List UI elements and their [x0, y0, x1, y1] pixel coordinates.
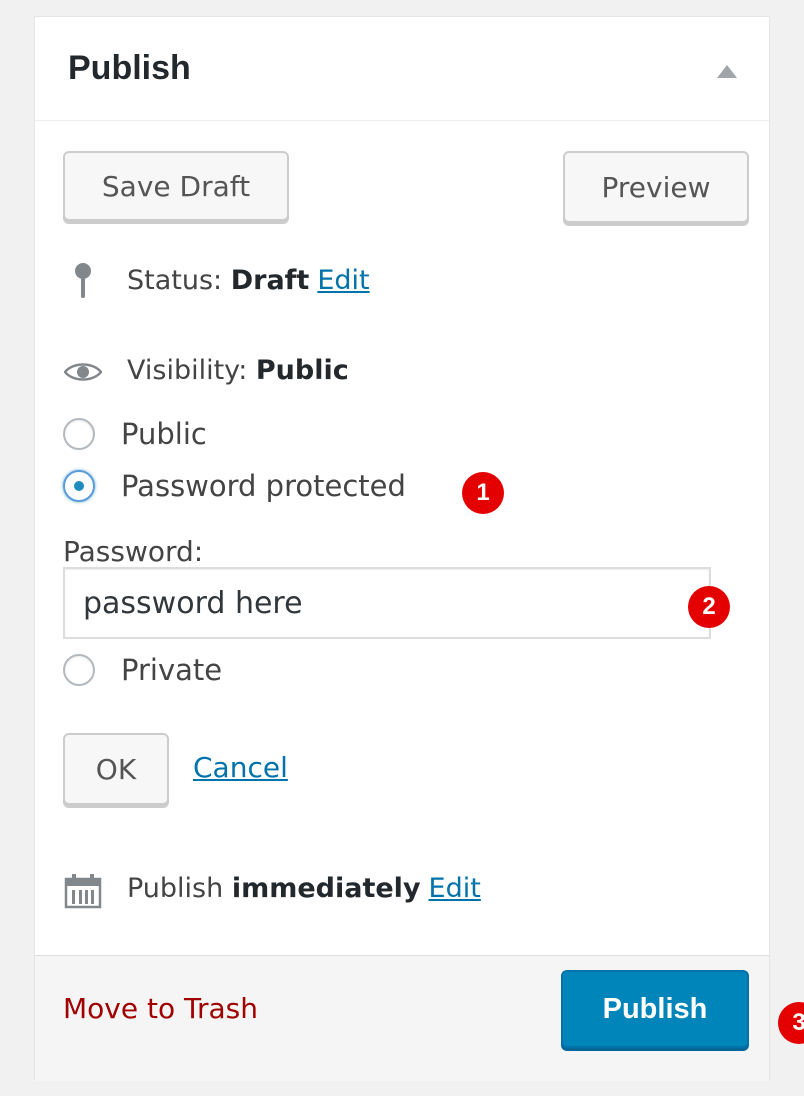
radio-password-label: Password protected [121, 469, 406, 503]
status-prefix: Status: [127, 265, 231, 296]
schedule-row: Publish immediately Edit [127, 873, 481, 904]
status-value: Draft [230, 265, 310, 296]
radio-private-label: Private [121, 653, 223, 687]
publish-button[interactable]: Publish [561, 970, 749, 1048]
eye-icon [63, 357, 103, 387]
visibility-value: Public [255, 355, 349, 386]
triangle-up-icon[interactable] [717, 65, 737, 78]
radio-public[interactable] [63, 418, 95, 450]
major-publishing-actions: Move to Trash Publish [35, 955, 769, 1081]
visibility-row: Visibility: Public [127, 355, 349, 386]
schedule-value: immediately [231, 873, 421, 904]
radio-private-row[interactable]: Private [63, 653, 222, 687]
cancel-link[interactable]: Cancel [193, 751, 288, 784]
publish-box-header[interactable]: Publish [35, 17, 769, 121]
status-edit-link[interactable]: Edit [317, 265, 369, 296]
schedule-edit-link[interactable]: Edit [429, 873, 481, 904]
radio-checked-dot [74, 481, 84, 491]
radio-password-row[interactable]: Password protected [63, 469, 406, 503]
radio-public-row[interactable]: Public [63, 417, 207, 451]
annotation-badge-2: 2 [688, 586, 730, 628]
status-row: Status: Draft Edit [127, 265, 370, 296]
preview-button[interactable]: Preview [563, 151, 749, 223]
pin-icon [63, 261, 103, 301]
publish-box: Publish Save Draft Preview Status: Draft… [34, 16, 770, 1081]
annotation-badge-1: 1 [462, 472, 504, 514]
move-to-trash-link[interactable]: Move to Trash [63, 992, 258, 1025]
save-draft-button[interactable]: Save Draft [63, 151, 289, 221]
ok-button[interactable]: OK [63, 733, 169, 805]
visibility-prefix: Visibility: [127, 355, 256, 386]
annotation-badge-3: 3 [778, 1002, 804, 1044]
radio-private[interactable] [63, 654, 95, 686]
schedule-prefix: Publish [127, 873, 232, 904]
password-label: Password: [63, 535, 204, 568]
calendar-icon [63, 871, 103, 911]
panel-title: Publish [68, 49, 191, 87]
radio-password-protected[interactable] [63, 470, 95, 502]
radio-public-label: Public [121, 417, 207, 451]
password-input[interactable] [63, 567, 711, 639]
